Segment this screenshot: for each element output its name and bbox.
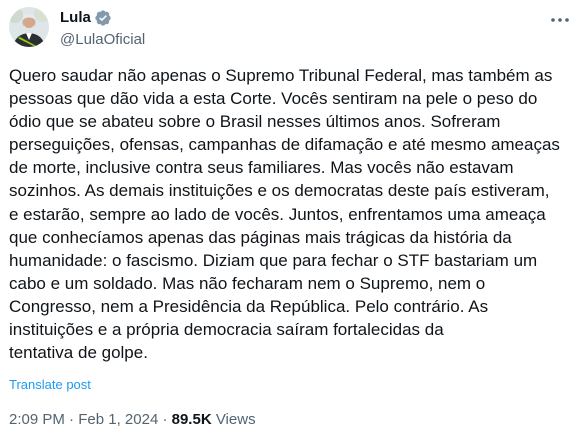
handle[interactable]: @LulaOficial bbox=[60, 30, 145, 50]
name-row: Lula bbox=[60, 8, 145, 28]
tweet-text: Quero saudar não apenas o Supremo Tribun… bbox=[9, 66, 560, 363]
views-label: Views bbox=[215, 411, 256, 428]
meta-separator: · bbox=[69, 411, 75, 428]
more-options-icon[interactable] bbox=[548, 10, 572, 30]
tweet-time[interactable]: 2:09 PM bbox=[9, 411, 65, 428]
tweet-card: Lula @LulaOficial Quero saudar não apena… bbox=[0, 0, 586, 433]
display-name[interactable]: Lula bbox=[60, 8, 91, 28]
translate-post-link[interactable]: Translate post bbox=[9, 376, 91, 394]
meta-separator: · bbox=[162, 411, 168, 428]
verified-badge-icon bbox=[94, 9, 112, 27]
avatar[interactable] bbox=[9, 7, 49, 47]
author-info: Lula @LulaOficial bbox=[60, 8, 145, 48]
views-count[interactable]: 89.5K bbox=[172, 411, 212, 428]
tweet-date[interactable]: Feb 1, 2024 bbox=[78, 411, 158, 428]
tweet-meta: 2:09 PM · Feb 1, 2024 · 89.5K Views bbox=[9, 410, 256, 430]
